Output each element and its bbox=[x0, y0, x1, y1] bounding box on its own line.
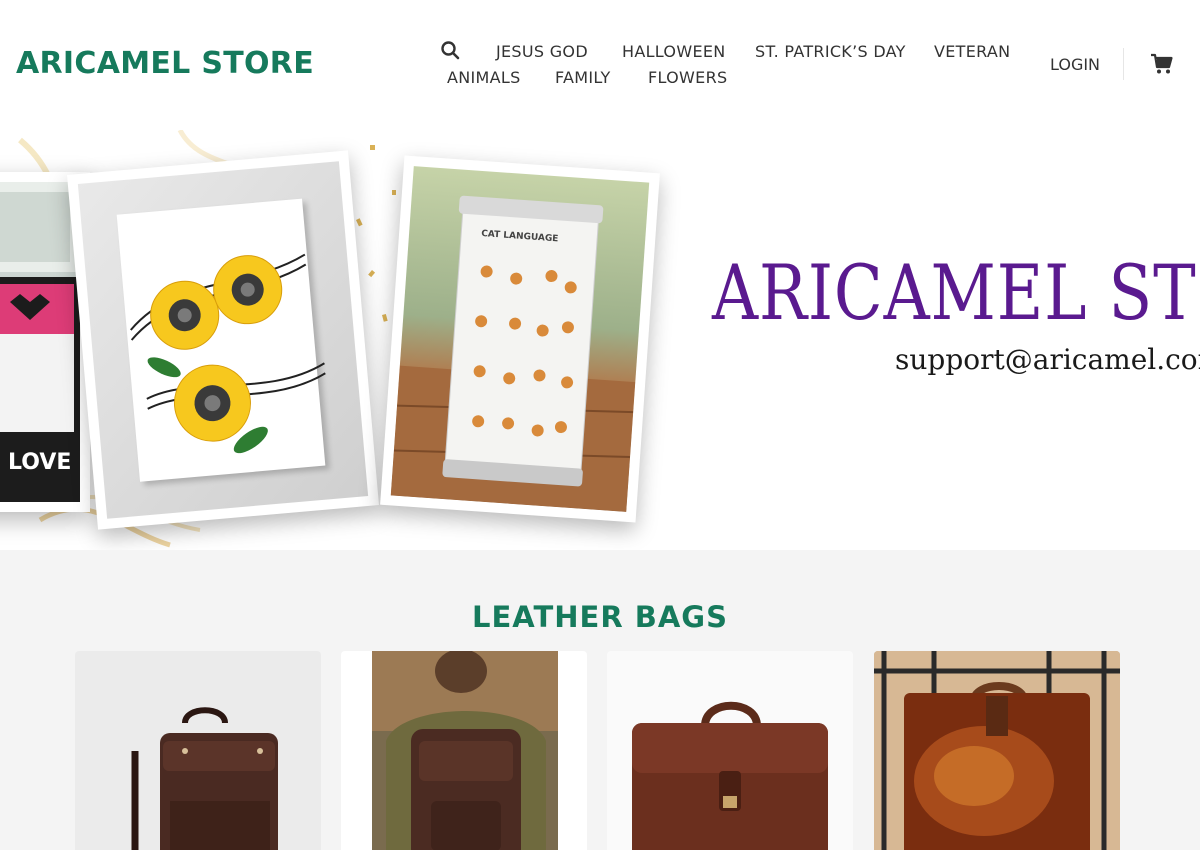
product-card-leather-tote[interactable] bbox=[874, 651, 1120, 850]
header-divider bbox=[1123, 48, 1124, 80]
nav-item-family[interactable]: FAMILY bbox=[555, 68, 611, 87]
nav-item-st-patricks-day[interactable]: ST. PATRICK’S DAY bbox=[755, 42, 906, 61]
login-link[interactable]: LOGIN bbox=[1050, 55, 1100, 74]
nav-item-veteran[interactable]: VETERAN bbox=[934, 42, 1010, 61]
sunflower-canvas-image bbox=[130, 253, 326, 454]
leather-backpack-worn-image bbox=[372, 651, 558, 850]
nav-item-halloween[interactable]: HALLOWEEN bbox=[622, 42, 726, 61]
cat-tumbler-image bbox=[390, 195, 636, 512]
hero-title: ARICAMEL STORE bbox=[712, 248, 1200, 337]
nav-item-animals[interactable]: ANIMALS bbox=[447, 68, 521, 87]
nav-item-jesus-god[interactable]: JESUS GOD bbox=[496, 42, 588, 61]
quilt-love-text: LOVE bbox=[8, 450, 72, 475]
tumbler-product-card[interactable]: CAT LANGUAGE bbox=[380, 155, 660, 523]
canvas-product-card[interactable] bbox=[67, 150, 379, 530]
hero-banner[interactable]: LOVE CAT LANGUAGE ARICAMEL ST support@ar… bbox=[0, 130, 1200, 550]
product-card-leather-backpack[interactable] bbox=[75, 651, 321, 850]
cart-icon[interactable] bbox=[1150, 52, 1174, 76]
store-logo[interactable]: ARICAMEL STORE bbox=[16, 46, 314, 81]
site-header: ARICAMEL STORE JESUS GOD HALLOWEEN ST. P… bbox=[0, 0, 1200, 130]
search-icon[interactable] bbox=[440, 40, 460, 60]
product-card-leather-backpack-worn[interactable] bbox=[341, 651, 587, 850]
leather-bags-section: LEATHER BAGS bbox=[0, 550, 1200, 850]
section-title: LEATHER BAGS bbox=[471, 600, 728, 634]
hero-support-email: support@aricamel.com bbox=[895, 343, 1200, 376]
nav-item-flowers[interactable]: FLOWERS bbox=[648, 68, 727, 87]
leather-briefcase-image bbox=[632, 701, 828, 850]
leather-backpack-image bbox=[131, 707, 278, 850]
leather-tote-image bbox=[874, 651, 1120, 850]
product-card-leather-briefcase[interactable] bbox=[607, 651, 853, 850]
